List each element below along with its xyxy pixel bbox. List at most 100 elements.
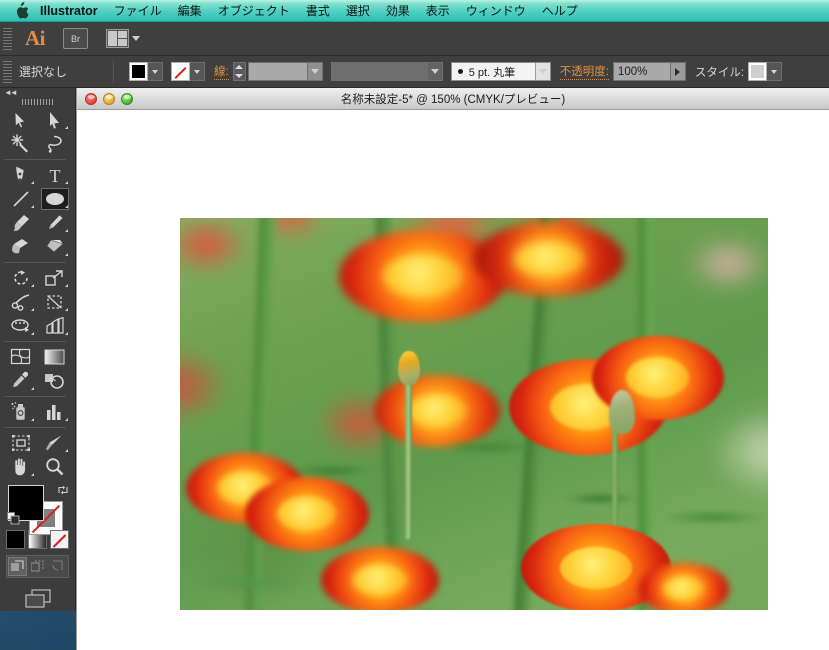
tools-panel-gripper[interactable] bbox=[21, 98, 54, 105]
menu-item-object[interactable]: オブジェクト bbox=[210, 0, 298, 21]
arrange-documents-button[interactable] bbox=[106, 29, 140, 48]
artboard-canvas[interactable] bbox=[77, 110, 829, 650]
brush-definition-value: 5 pt. 丸筆 bbox=[468, 66, 516, 79]
document-window: 名称未設定-5* @ 150% (CMYK/プレビュー) bbox=[76, 88, 829, 650]
fill-stroke-indicator bbox=[6, 483, 69, 535]
stroke-swatch-group[interactable] bbox=[171, 62, 206, 81]
flyout-indicator bbox=[30, 283, 34, 287]
menu-item-view[interactable]: 表示 bbox=[418, 0, 458, 21]
stroke-profile-combo[interactable] bbox=[330, 62, 443, 81]
slice-tool[interactable] bbox=[38, 431, 72, 455]
opacity-popup-button[interactable] bbox=[669, 63, 685, 80]
eraser-tool[interactable] bbox=[38, 235, 72, 259]
magic-wand-tool[interactable] bbox=[4, 132, 38, 156]
flyout-indicator bbox=[30, 180, 34, 184]
flyout-indicator bbox=[64, 252, 68, 256]
shape-builder-tool[interactable] bbox=[38, 290, 72, 314]
scale-tool[interactable] bbox=[38, 266, 72, 290]
double-chevron-left-icon[interactable]: ◄◄ bbox=[4, 88, 18, 97]
draw-normal-button[interactable] bbox=[8, 557, 27, 577]
type-tool[interactable]: T bbox=[38, 163, 72, 187]
tall-bud-stem bbox=[404, 378, 412, 539]
symbol-sprayer-tool[interactable] bbox=[4, 400, 38, 424]
stroke-dropdown-button[interactable] bbox=[190, 62, 206, 81]
placed-photo-marigold-flowers[interactable] bbox=[180, 218, 768, 610]
tools-separator bbox=[3, 395, 66, 397]
draw-behind-button[interactable] bbox=[28, 557, 47, 577]
none-button[interactable] bbox=[50, 530, 69, 550]
mesh-tool[interactable] bbox=[4, 345, 38, 369]
application-bar-gripper[interactable] bbox=[3, 27, 12, 50]
selection-tool[interactable] bbox=[4, 108, 38, 132]
apple-logo-icon[interactable] bbox=[8, 2, 34, 19]
opacity-label[interactable]: 不透明度: bbox=[559, 63, 609, 80]
tools-separator bbox=[3, 340, 66, 342]
arrange-documents-icon bbox=[106, 29, 129, 48]
style-swatch-group[interactable] bbox=[748, 62, 783, 81]
blend-tool[interactable] bbox=[38, 369, 72, 393]
menu-item-select[interactable]: 選択 bbox=[338, 0, 378, 21]
stroke-weight-combo[interactable] bbox=[247, 62, 323, 81]
style-swatch[interactable] bbox=[748, 62, 768, 81]
menu-app-name[interactable]: Illustrator bbox=[34, 0, 106, 21]
tools-panel: ◄◄ T bbox=[0, 88, 76, 611]
control-bar-gripper[interactable] bbox=[3, 60, 12, 83]
opacity-input[interactable]: 100% bbox=[612, 62, 686, 81]
column-graph-tool[interactable] bbox=[38, 400, 72, 424]
flyout-indicator bbox=[64, 228, 68, 232]
width-tool[interactable] bbox=[4, 290, 38, 314]
draw-inside-button[interactable] bbox=[48, 557, 67, 577]
flyout-indicator bbox=[64, 283, 68, 287]
brush-definition-combo[interactable]: 5 pt. 丸筆 bbox=[450, 62, 551, 81]
flower-blossom bbox=[321, 547, 440, 610]
gradient-tool[interactable] bbox=[38, 345, 72, 369]
flower-blossom bbox=[638, 562, 729, 610]
selection-status-label: 選択なし bbox=[19, 65, 68, 79]
eyedropper-tool[interactable] bbox=[4, 369, 38, 393]
flyout-indicator bbox=[64, 331, 68, 335]
tools-panel-header[interactable]: ◄◄ bbox=[0, 88, 75, 98]
menu-item-edit[interactable]: 編集 bbox=[170, 0, 210, 21]
document-title-bar[interactable]: 名称未設定-5* @ 150% (CMYK/プレビュー) bbox=[77, 88, 829, 110]
direct-selection-tool[interactable] bbox=[38, 108, 72, 132]
fill-swatch[interactable] bbox=[129, 62, 149, 81]
tools-grid-top: T bbox=[3, 108, 72, 479]
zoom-tool[interactable] bbox=[38, 455, 72, 479]
menu-item-type[interactable]: 書式 bbox=[298, 0, 338, 21]
fill-dropdown-button[interactable] bbox=[148, 62, 164, 81]
flyout-indicator bbox=[64, 417, 68, 421]
perspective-grid-tool[interactable] bbox=[4, 314, 38, 338]
style-dropdown-button[interactable] bbox=[767, 62, 783, 81]
tools-separator bbox=[3, 426, 66, 428]
artboard-tool[interactable] bbox=[4, 431, 38, 455]
hand-tool[interactable] bbox=[4, 455, 38, 479]
tall-flower-bud bbox=[397, 351, 420, 386]
pencil-tool[interactable] bbox=[38, 211, 72, 235]
fill-swatch-group[interactable] bbox=[129, 62, 164, 81]
menu-item-effect[interactable]: 効果 bbox=[378, 0, 418, 21]
flyout-indicator bbox=[30, 386, 34, 390]
line-segment-tool[interactable] bbox=[4, 187, 38, 211]
chevron-down-icon bbox=[132, 36, 140, 41]
blob-brush-tool[interactable] bbox=[4, 235, 38, 259]
stroke-weight-stepper[interactable] bbox=[232, 62, 246, 81]
menu-item-window[interactable]: ウィンドウ bbox=[458, 0, 534, 21]
flyout-indicator bbox=[64, 448, 68, 452]
tools-separator bbox=[3, 158, 66, 160]
flower-bud bbox=[609, 390, 636, 435]
paintbrush-tool[interactable] bbox=[4, 211, 38, 235]
stroke-swatch[interactable] bbox=[171, 62, 191, 81]
screen-mode-button[interactable] bbox=[23, 587, 53, 611]
color-button[interactable] bbox=[6, 530, 25, 550]
default-fill-stroke-icon[interactable] bbox=[6, 512, 20, 525]
lasso-tool[interactable] bbox=[38, 132, 72, 156]
menu-item-help[interactable]: ヘルプ bbox=[534, 0, 586, 21]
ellipse-tool[interactable] bbox=[38, 187, 72, 211]
pen-tool[interactable] bbox=[4, 163, 38, 187]
illustrator-application-window: Illustrator ファイル 編集 オブジェクト 書式 選択 効果 表示 ウ… bbox=[0, 0, 829, 650]
menu-item-file[interactable]: ファイル bbox=[106, 0, 170, 21]
go-to-bridge-button[interactable]: Br bbox=[63, 28, 88, 49]
rotate-tool[interactable] bbox=[4, 266, 38, 290]
graph-perspective-tool[interactable] bbox=[38, 314, 72, 338]
swap-fill-stroke-icon[interactable] bbox=[57, 483, 69, 495]
